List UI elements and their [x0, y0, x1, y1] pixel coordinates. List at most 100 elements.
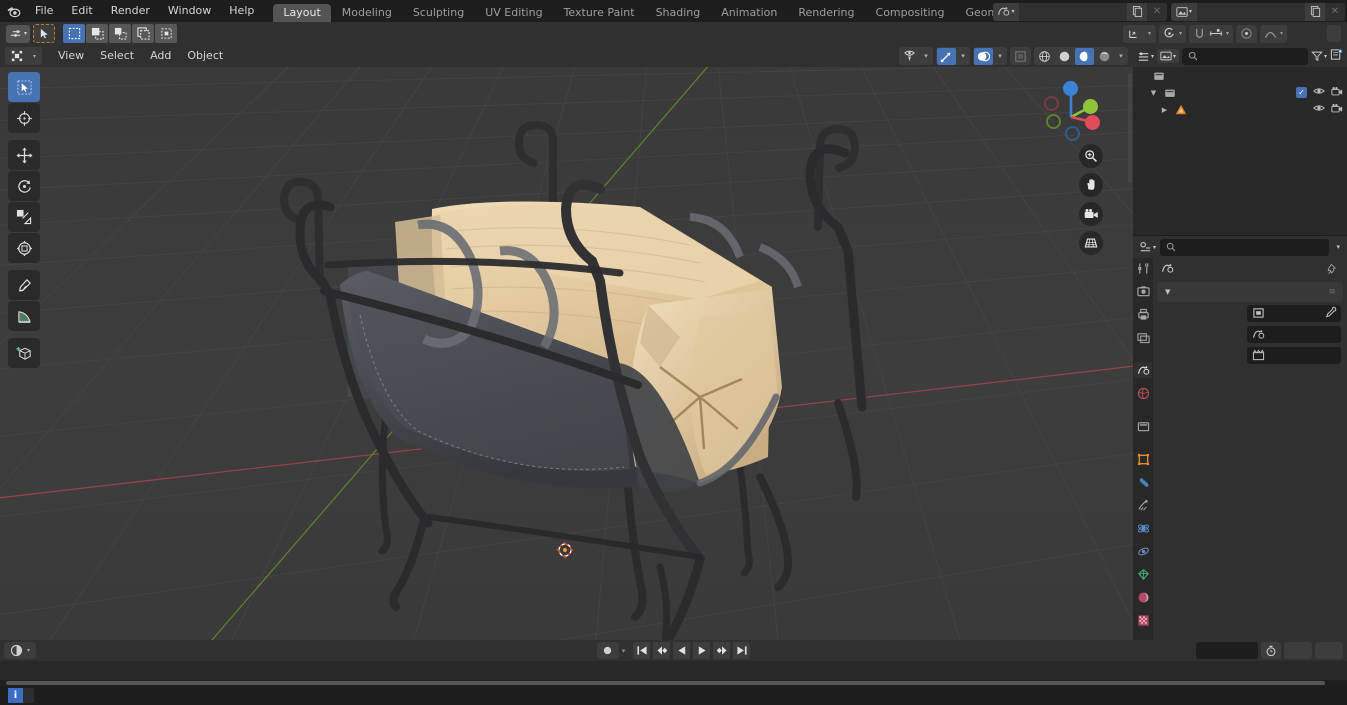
outliner-display-mode-icon[interactable]: ▾ — [1157, 49, 1180, 63]
timeline-ruler[interactable] — [0, 661, 1347, 680]
visibility-chevron-down-icon[interactable]: ▾ — [920, 48, 932, 65]
proportional-falloff-dropdown[interactable]: ▾ — [1259, 24, 1287, 43]
gizmo-chevron-down-icon[interactable]: ▾ — [957, 48, 969, 65]
show-gizmo-icon[interactable] — [937, 47, 956, 65]
eyedropper-icon[interactable] — [1325, 306, 1337, 321]
use-preview-range-icon[interactable] — [1261, 642, 1281, 659]
status-report[interactable]: i — [8, 688, 34, 703]
hide-in-viewport-icon[interactable] — [1313, 102, 1325, 117]
navigation-gizmo[interactable] — [1037, 74, 1105, 142]
camera-view-icon[interactable] — [1079, 202, 1103, 226]
gizmo-axis-x[interactable] — [1085, 115, 1100, 130]
object-type-visibility-icon[interactable] — [900, 48, 919, 65]
active-tool-icon[interactable] — [33, 24, 56, 43]
properties-tab-render-icon[interactable] — [1134, 283, 1152, 299]
start-frame-field[interactable] — [1284, 642, 1312, 659]
new-scene-icon[interactable] — [1127, 2, 1147, 21]
rendered-shading-icon[interactable] — [1095, 48, 1114, 65]
hide-in-viewport-icon[interactable] — [1313, 85, 1325, 100]
workspace-tab-uv-editing[interactable]: UV Editing — [475, 4, 552, 22]
properties-tab-tool-icon[interactable] — [1134, 260, 1152, 276]
workspace-tab-sculpting[interactable]: Sculpting — [403, 4, 474, 22]
object-mode-dropdown[interactable]: ▾ — [5, 47, 43, 65]
select-new-icon[interactable] — [63, 24, 86, 43]
scale-tool-icon[interactable] — [8, 202, 40, 232]
menu-help[interactable]: Help — [220, 0, 263, 22]
current-frame-field[interactable] — [1196, 642, 1258, 659]
play-button[interactable] — [693, 642, 711, 659]
properties-tab-physics-icon[interactable] — [1134, 520, 1152, 536]
wireframe-shading-icon[interactable] — [1035, 48, 1054, 65]
jump-to-next-keyframe-button[interactable] — [713, 642, 731, 659]
property-field[interactable] — [1247, 304, 1341, 322]
options-button[interactable] — [1327, 25, 1341, 42]
toggle-perspective-icon[interactable] — [1079, 231, 1103, 255]
outliner-new-collection-icon[interactable] — [1330, 48, 1343, 64]
properties-tab-modifier-icon[interactable] — [1134, 474, 1152, 490]
properties-options-chevron-down-icon[interactable]: ▾ — [1333, 243, 1343, 251]
expand-triangle-icon[interactable]: ▼ — [1147, 89, 1160, 97]
workspace-tab-modeling[interactable]: Modeling — [332, 4, 402, 22]
solid-shading-icon[interactable] — [1055, 48, 1074, 65]
workspace-tab-rendering[interactable]: Rendering — [788, 4, 864, 22]
remove-viewlayer-icon[interactable]: ✕ — [1325, 2, 1345, 21]
menu-render[interactable]: Render — [102, 0, 159, 22]
gizmo-axis-y[interactable] — [1083, 99, 1098, 114]
properties-tab-particles-icon[interactable] — [1134, 497, 1152, 513]
play-reverse-button[interactable] — [673, 642, 691, 659]
add-cube-tool-icon[interactable] — [8, 338, 40, 368]
menu-edit[interactable]: Edit — [62, 0, 101, 22]
select-difference-icon[interactable] — [132, 24, 155, 43]
gizmo-axis-neg-x[interactable] — [1044, 96, 1059, 111]
disable-in-render-icon[interactable] — [1331, 86, 1343, 100]
auto-keying-chevron-down-icon[interactable]: ▾ — [622, 647, 626, 655]
select-subtract-icon[interactable] — [109, 24, 132, 43]
outliner-row[interactable] — [1133, 67, 1347, 84]
workspace-tab-shading[interactable]: Shading — [646, 4, 711, 22]
properties-tab-object-icon[interactable] — [1134, 451, 1152, 467]
properties-tab-viewlayer-icon[interactable] — [1134, 329, 1152, 345]
viewport-menu-select[interactable]: Select — [92, 47, 142, 65]
zoom-view-icon[interactable] — [1079, 144, 1103, 168]
property-field[interactable] — [1247, 325, 1341, 343]
pivot-point-dropdown[interactable]: ▾ — [1158, 24, 1186, 43]
outliner-search-input[interactable] — [1182, 47, 1308, 65]
rotate-tool-icon[interactable] — [8, 171, 40, 201]
viewport-menu-object[interactable]: Object — [179, 47, 231, 65]
end-frame-field[interactable] — [1315, 642, 1343, 659]
transform-orientation-dropdown[interactable]: ▾ — [1122, 24, 1156, 43]
jump-to-start-button[interactable] — [633, 642, 651, 659]
overlay-chevron-down-icon[interactable]: ▾ — [994, 48, 1006, 65]
gizmo-axis-neg-z[interactable] — [1065, 126, 1080, 141]
properties-search-input[interactable] — [1160, 238, 1330, 256]
disable-in-render-icon[interactable] — [1331, 103, 1343, 117]
workspace-tab-layout[interactable]: Layout — [273, 4, 331, 22]
select-extend-icon[interactable] — [86, 24, 109, 43]
properties-tab-constraint-icon[interactable] — [1134, 543, 1152, 559]
collection-enable-checkbox[interactable]: ✓ — [1296, 87, 1307, 98]
unlink-scene-icon[interactable]: ✕ — [1147, 2, 1167, 21]
proportional-editing-toggle[interactable] — [1235, 24, 1257, 43]
viewport-menu-view[interactable]: View — [50, 47, 92, 65]
show-overlays-icon[interactable] — [974, 47, 993, 65]
select-intersect-icon[interactable] — [155, 24, 178, 43]
properties-tab-material-icon[interactable] — [1134, 589, 1152, 605]
editor-type-icon[interactable]: ▾ — [6, 24, 31, 43]
properties-tab-output-icon[interactable] — [1134, 306, 1152, 322]
blender-logo-icon[interactable] — [0, 0, 26, 22]
properties-tab-collection-icon[interactable] — [1134, 418, 1152, 434]
tweak-tool-icon[interactable] — [8, 72, 40, 102]
properties-tab-texture-icon[interactable] — [1134, 612, 1152, 628]
viewlayer-name[interactable] — [1197, 2, 1305, 21]
outliner-editor-type-icon[interactable]: ▾ — [1137, 50, 1154, 63]
outliner-row[interactable]: ▼ ✓ — [1133, 84, 1347, 101]
new-viewlayer-icon[interactable] — [1305, 2, 1325, 21]
jump-to-prev-keyframe-button[interactable] — [653, 642, 671, 659]
move-view-icon[interactable] — [1079, 173, 1103, 197]
timeline-horizontal-scrollbar[interactable] — [6, 681, 1325, 685]
gizmo-axis-neg-y[interactable] — [1046, 114, 1061, 129]
scene-panel-header[interactable]: ▼ ≡ — [1157, 282, 1343, 302]
toggle-xray-icon[interactable] — [1011, 48, 1030, 65]
measure-tool-icon[interactable] — [8, 301, 40, 331]
jump-to-end-button[interactable] — [733, 642, 751, 659]
